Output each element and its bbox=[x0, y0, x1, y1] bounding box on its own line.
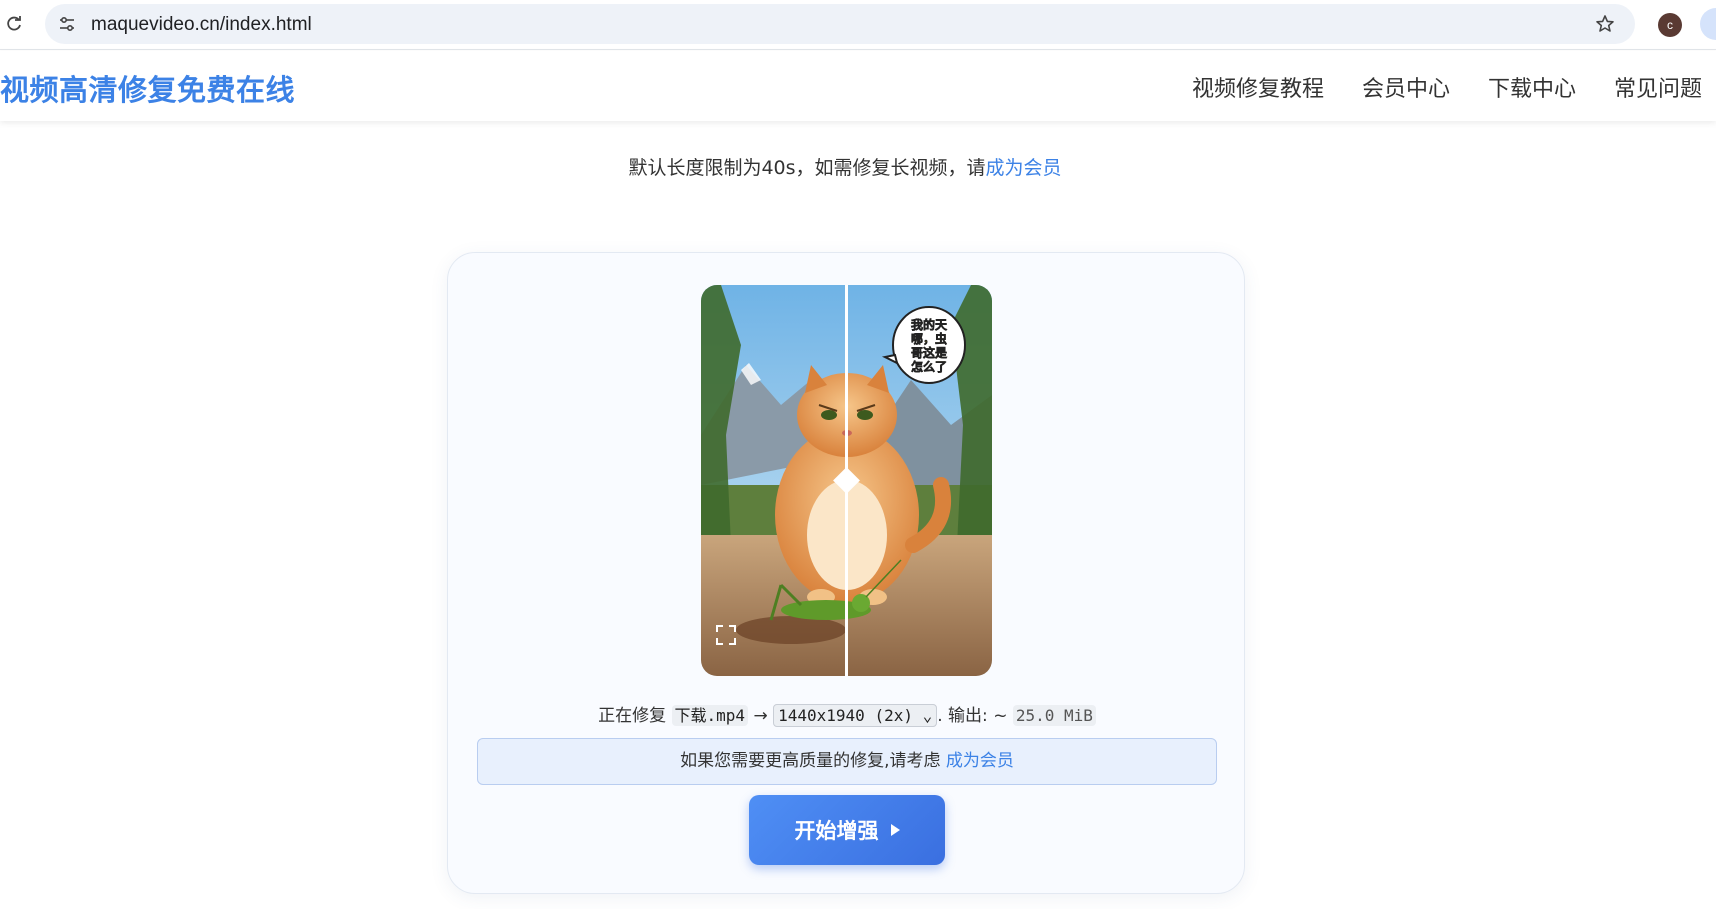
resolution-select[interactable]: 1440x1940 (2x) ⌄ bbox=[773, 704, 938, 727]
upsell-banner: 如果您需要更高质量的修复,请考虑 成为会员 bbox=[477, 738, 1217, 785]
output-size: 25.0 MiB bbox=[1012, 705, 1096, 726]
browser-menu-icon[interactable] bbox=[1700, 8, 1716, 40]
output-label: . 输出: ~ bbox=[937, 706, 1008, 726]
bubble-line-2: 哪，虫 bbox=[911, 331, 947, 346]
upsell-text: 如果您需要更高质量的修复,请考虑 bbox=[680, 751, 941, 771]
bubble-line-1: 我的天 bbox=[911, 317, 948, 332]
profile-avatar[interactable]: c bbox=[1658, 13, 1682, 37]
start-enhance-button[interactable]: 开始增强 bbox=[749, 795, 945, 865]
site-info-icon[interactable] bbox=[55, 12, 79, 36]
input-filename: 下载.mp4 bbox=[671, 705, 749, 726]
notice-text: 默认长度限制为40s，如需修复长视频，请 bbox=[628, 157, 986, 179]
enhance-card: 我的天 哪，虫 哥这是 怎么了 正在修复 下载.mp4 → 1440x1940 … bbox=[447, 252, 1245, 894]
bubble-line-3: 哥这是 bbox=[911, 345, 948, 360]
status-prefix: 正在修复 bbox=[598, 706, 667, 726]
nav-membership[interactable]: 会员中心 bbox=[1362, 71, 1450, 103]
site-header: 视频高清修复免费在线 视频修复教程 会员中心 下载中心 常见问题 bbox=[0, 51, 1716, 121]
video-compare-preview[interactable]: 我的天 哪，虫 哥这是 怎么了 bbox=[701, 285, 992, 676]
start-button-label: 开始增强 bbox=[794, 819, 879, 843]
address-bar[interactable]: maquevideo.cn/index.html bbox=[45, 4, 1635, 44]
reload-icon[interactable] bbox=[2, 12, 26, 36]
repair-status: 正在修复 下载.mp4 → 1440x1940 (2x) ⌄. 输出: ~ 25… bbox=[448, 701, 1246, 727]
status-arrow: → bbox=[753, 706, 768, 726]
nav-downloads[interactable]: 下载中心 bbox=[1488, 71, 1576, 103]
play-icon bbox=[890, 824, 900, 836]
upsell-member-link[interactable]: 成为会员 bbox=[946, 751, 1014, 771]
browser-toolbar: maquevideo.cn/index.html c bbox=[0, 0, 1716, 50]
main-nav: 视频修复教程 会员中心 下载中心 常见问题 bbox=[1192, 71, 1702, 103]
nav-faq[interactable]: 常见问题 bbox=[1614, 71, 1702, 103]
notice-member-link[interactable]: 成为会员 bbox=[986, 157, 1062, 179]
bookmark-star-icon[interactable] bbox=[1593, 12, 1617, 36]
length-limit-notice: 默认长度限制为40s，如需修复长视频，请成为会员 bbox=[0, 153, 1690, 180]
resolution-value: 1440x1940 (2x) bbox=[778, 706, 913, 725]
site-logo[interactable]: 视频高清修复免费在线 bbox=[0, 67, 295, 109]
chevron-down-icon: ⌄ bbox=[922, 706, 933, 725]
bubble-line-4: 怎么了 bbox=[911, 359, 947, 374]
nav-tutorial[interactable]: 视频修复教程 bbox=[1192, 71, 1324, 103]
url-text[interactable]: maquevideo.cn/index.html bbox=[91, 14, 312, 36]
